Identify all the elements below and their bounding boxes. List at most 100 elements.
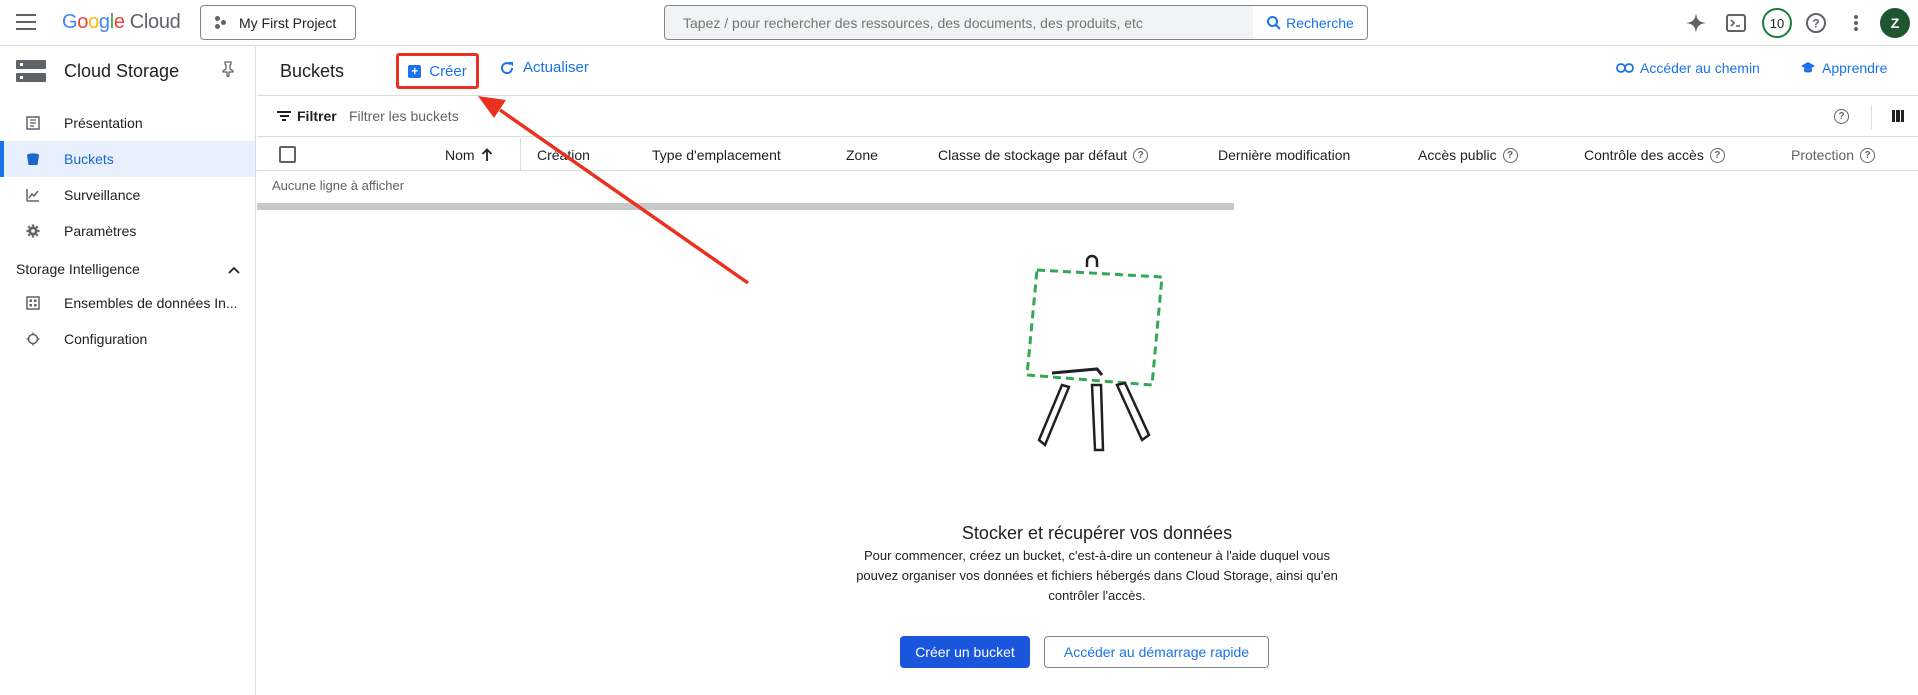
filter-button[interactable]: Filtrer [277, 108, 337, 124]
column-last-modified[interactable]: Dernière modification [1218, 147, 1350, 163]
horizontal-scrollbar[interactable] [257, 203, 1234, 210]
help-icon[interactable]: ? [1860, 147, 1876, 163]
sidebar-item-label: Ensembles de données In... [64, 295, 238, 311]
pin-icon[interactable] [222, 61, 234, 81]
school-icon [1801, 62, 1815, 73]
notifications-badge[interactable]: 10 [1762, 8, 1792, 38]
column-label: Type d'emplacement [652, 147, 781, 163]
column-label: Zone [846, 147, 878, 163]
svg-text:?: ? [1812, 17, 1819, 31]
go-to-path-label: Accéder au chemin [1640, 60, 1760, 76]
help-icon[interactable]: ? [1834, 109, 1849, 124]
page-toolbar: Buckets + Créer Actualiser Accéder au ch… [257, 47, 1918, 96]
search-field[interactable] [664, 5, 1254, 40]
sidebar-item-presentation[interactable]: Présentation [0, 105, 255, 141]
column-zone[interactable]: Zone [846, 147, 878, 163]
gemini-sparkle-icon[interactable] [1683, 10, 1709, 36]
sidebar-item-label: Buckets [64, 151, 114, 167]
filter-input[interactable]: Filtrer les buckets [349, 108, 459, 124]
column-name[interactable]: Nom [445, 147, 493, 163]
help-icon[interactable]: ? [1709, 147, 1725, 163]
learn-button[interactable]: Apprendre [1800, 60, 1887, 76]
sidebar-item-label: Paramètres [64, 223, 137, 239]
logo-cloud-text: Cloud [129, 11, 181, 33]
link-icon [1616, 63, 1634, 73]
help-icon[interactable]: ? [1133, 147, 1149, 163]
dashboard-icon [26, 116, 40, 130]
filter-bar: Filtrer Filtrer les buckets ? [257, 97, 1918, 137]
select-all-checkbox[interactable] [279, 146, 296, 163]
help-icon[interactable]: ? [1502, 147, 1518, 163]
column-label: Accès public [1418, 147, 1497, 163]
create-button-label: Créer [429, 62, 467, 80]
search-button-label: Recherche [1286, 14, 1354, 31]
create-button[interactable]: + Créer [396, 53, 479, 89]
project-selector-button[interactable]: My First Project [200, 5, 356, 40]
sidebar-item-datasets[interactable]: Ensembles de données In... [0, 285, 255, 321]
search-button[interactable]: Recherche [1253, 5, 1368, 40]
add-box-icon: + [408, 64, 422, 78]
column-label: Protection [1791, 147, 1855, 163]
sidebar: Cloud Storage Présentation Buckets Surve… [0, 47, 256, 695]
config-icon [26, 332, 40, 346]
more-options-icon[interactable] [1843, 10, 1869, 36]
easel-illustration [1025, 254, 1164, 452]
sidebar-item-settings[interactable]: Paramètres [0, 213, 255, 249]
column-separator [520, 138, 521, 171]
search-icon [1267, 15, 1281, 30]
column-protection[interactable]: Protection ? [1791, 147, 1876, 163]
sidebar-item-configuration[interactable]: Configuration [0, 321, 255, 357]
sidebar-item-label: Configuration [64, 331, 148, 347]
create-bucket-button[interactable]: Créer un bucket [900, 636, 1030, 668]
sidebar-item-buckets[interactable]: Buckets [0, 141, 255, 177]
cloud-shell-icon[interactable] [1723, 10, 1749, 36]
column-label: Nom [445, 147, 475, 163]
page-title: Buckets [280, 61, 345, 81]
column-location-type[interactable]: Type d'emplacement [652, 147, 781, 163]
chevron-up-icon[interactable] [228, 261, 240, 277]
gear-icon [26, 224, 40, 238]
refresh-button[interactable]: Actualiser [499, 59, 589, 76]
column-display-icon[interactable] [1892, 110, 1904, 122]
account-avatar[interactable]: Z [1880, 8, 1910, 38]
filter-label: Filtrer [297, 108, 337, 124]
sidebar-item-label: Surveillance [64, 187, 141, 203]
chart-icon [26, 188, 40, 202]
sidebar-item-label: Présentation [64, 115, 143, 131]
column-public-access[interactable]: Accès public ? [1418, 147, 1518, 163]
column-label: Classe de stockage par défaut [938, 147, 1128, 163]
section-title: Storage Intelligence [16, 261, 140, 277]
quickstart-button[interactable]: Accéder au démarrage rapide [1044, 636, 1269, 668]
empty-state-title: Stocker et récupérer vos données [961, 523, 1233, 543]
refresh-icon [501, 61, 514, 74]
go-to-path-button[interactable]: Accéder au chemin [1616, 60, 1760, 76]
column-label: Dernière modification [1218, 147, 1351, 163]
menu-icon[interactable] [16, 14, 36, 30]
column-access-control[interactable]: Contrôle des accès ? [1584, 147, 1725, 163]
top-bar: GoogleCloud My First Project Recherche 1… [0, 0, 1918, 46]
storage-intelligence-section[interactable]: Storage Intelligence [16, 257, 240, 281]
learn-label: Apprendre [1822, 60, 1888, 76]
column-label: Création [537, 147, 590, 163]
cloud-storage-icon [16, 60, 46, 82]
dataset-icon [26, 296, 40, 310]
table-header: Nom Création Type d'emplacement Zone Cla… [257, 138, 1918, 171]
arrow-up-icon [481, 148, 492, 161]
bucket-icon [26, 152, 40, 166]
main-content: Buckets + Créer Actualiser Accéder au ch… [257, 47, 1918, 695]
help-icon[interactable]: ? [1803, 10, 1829, 36]
column-label: Contrôle des accès [1584, 147, 1704, 163]
refresh-button-label: Actualiser [523, 59, 589, 76]
project-name: My First Project [239, 14, 337, 31]
google-cloud-logo[interactable]: Google Cloud [62, 11, 181, 34]
sidebar-title: Cloud Storage [64, 61, 180, 81]
project-icon [215, 15, 229, 30]
divider [1871, 105, 1872, 129]
sidebar-header: Cloud Storage [0, 47, 255, 95]
search-input[interactable] [683, 14, 1253, 31]
column-storage-class[interactable]: Classe de stockage par défaut ? [938, 147, 1149, 163]
empty-state-description: Pour commencer, créez un bucket, c'est-à… [856, 548, 1338, 603]
column-creation[interactable]: Création [537, 147, 590, 163]
empty-table-message: Aucune ligne à afficher [272, 178, 405, 193]
sidebar-item-surveillance[interactable]: Surveillance [0, 177, 255, 213]
